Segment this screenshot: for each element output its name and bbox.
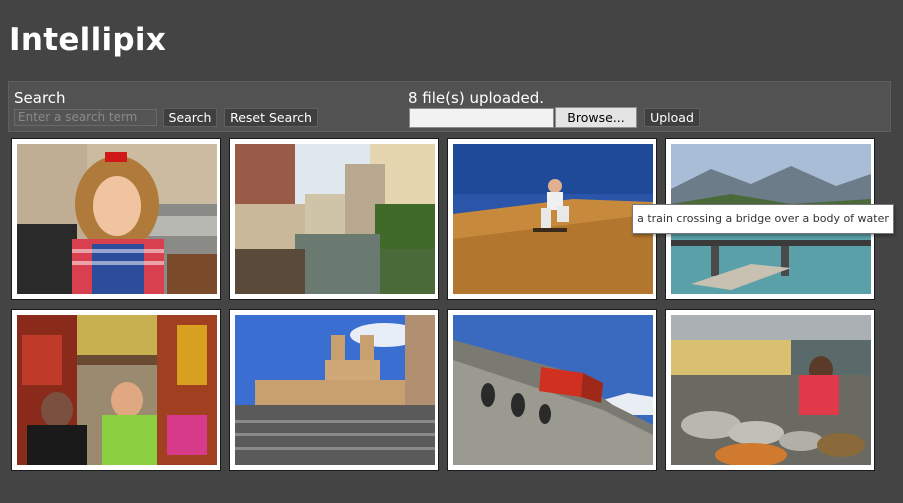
browse-button[interactable]: Browse... [555,107,637,128]
reset-search-button[interactable]: Reset Search [224,108,318,127]
photo-thumbnail[interactable] [229,309,439,471]
search-input[interactable]: Enter a search term [14,109,157,126]
file-path-field[interactable] [409,108,554,128]
photo-thumbnail[interactable] [447,138,657,300]
search-button[interactable]: Search [163,108,217,127]
photo-thumbnail[interactable] [11,138,221,300]
photo-spanish-steps [235,315,435,465]
photo-mountain-railway [453,315,653,465]
upload-status: 8 file(s) uploaded. [408,89,545,107]
photo-food-stall [671,315,871,465]
image-caption-tooltip: a train crossing a bridge over a body of… [632,204,894,234]
upload-button[interactable]: Upload [644,108,700,127]
search-label: Search [14,89,66,107]
photo-thumbnail[interactable] [11,309,221,471]
app-title: Intellipix [9,22,167,58]
photo-thumbnail[interactable] [665,309,875,471]
photo-thumbnail[interactable] [229,138,439,300]
photo-girl-kitchen [17,144,217,294]
photo-sand-dune [453,144,653,294]
photo-canal-village [235,144,435,294]
photo-market-street [17,315,217,465]
photo-thumbnail[interactable] [447,309,657,471]
toolbar: Search Enter a search term Search Reset … [8,81,891,132]
